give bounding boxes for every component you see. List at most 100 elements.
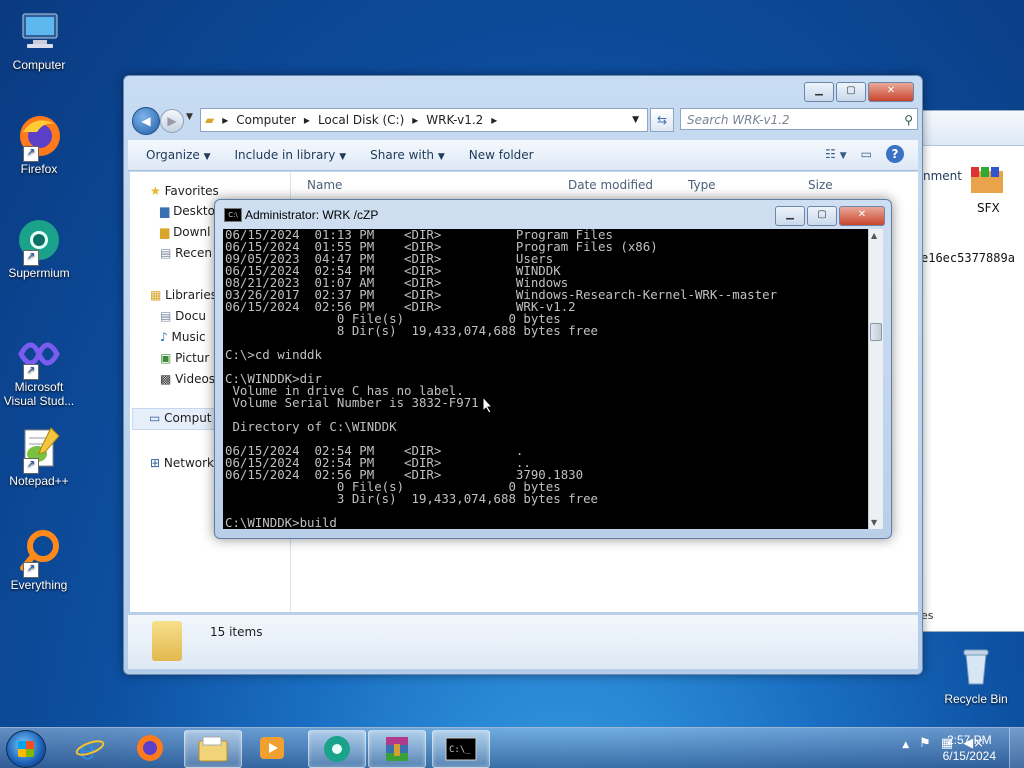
command-bar: Organize ▼ Include in library ▼ Share wi… — [128, 140, 918, 171]
supermium-icon — [324, 736, 350, 762]
chevron-down-icon: ▼ — [437, 152, 445, 162]
organize-button[interactable]: Organize ▼ — [146, 148, 211, 162]
nav-desktop[interactable]: ▆ Deskto — [160, 204, 215, 218]
internet-explorer-icon: e — [75, 733, 105, 763]
firefox-icon — [137, 735, 163, 761]
computer-icon: ▭ — [149, 411, 161, 425]
window-controls: ▁ ▢ ✕ — [775, 206, 885, 226]
desktop-icon-label: Notepad++ — [9, 474, 69, 488]
address-bar[interactable]: ▰ ▸ Computer ▸ Local Disk (C:) ▸ WRK-v1.… — [200, 108, 648, 132]
winrar-icon — [386, 737, 408, 761]
sfx-icon — [967, 165, 1007, 195]
nav-network[interactable]: ⊞ Network — [150, 456, 214, 470]
details-pane: 15 items — [128, 614, 918, 669]
minimize-button[interactable]: ▁ — [804, 82, 834, 102]
taskbar-cmd[interactable]: C:\_ — [432, 730, 490, 768]
nav-videos[interactable]: ▩ Videos — [160, 372, 215, 386]
breadcrumb-separator-icon: ▸ — [303, 113, 310, 127]
breadcrumb-separator-icon: ▸ — [412, 113, 419, 127]
include-in-library-button[interactable]: Include in library ▼ — [235, 148, 347, 162]
computer-icon — [15, 8, 63, 56]
pictures-icon: ▣ — [160, 351, 172, 365]
desktop-icon-supermium[interactable]: ↗ Supermium — [1, 216, 77, 280]
nav-favorites[interactable]: ★ Favorites — [150, 184, 219, 198]
share-with-button[interactable]: Share with ▼ — [370, 148, 445, 162]
breadcrumb-separator-icon: ▸ — [491, 113, 498, 127]
console-output[interactable]: 06/15/2024 01:13 PM <DIR> Program Files … — [223, 229, 869, 529]
new-folder-button[interactable]: New folder — [469, 148, 534, 162]
desktop-icon-label: Firefox — [20, 162, 58, 176]
start-button[interactable] — [6, 730, 46, 768]
scroll-down-icon[interactable]: ▼ — [871, 518, 877, 527]
mouse-cursor-icon — [482, 395, 494, 417]
search-input[interactable]: Search WRK-v1.2 ⚲ — [680, 108, 918, 130]
desktop-icon-label: Computer — [12, 58, 66, 72]
documents-icon: ▤ — [160, 309, 172, 323]
help-icon[interactable]: ? — [886, 145, 904, 163]
cmd-icon: C:\ — [224, 208, 242, 222]
nav-libraries[interactable]: ▦ Libraries — [150, 288, 217, 302]
nav-documents[interactable]: ▤ Docu — [160, 309, 206, 323]
taskbar-media-player[interactable] — [244, 730, 300, 766]
taskbar-explorer[interactable] — [184, 730, 242, 768]
column-header-size[interactable]: Size — [808, 178, 833, 192]
desktop-icon-notepadpp[interactable]: ↗ Notepad++ — [1, 424, 77, 488]
clock-date: 6/15/2024 — [942, 749, 996, 763]
show-desktop-button[interactable] — [1009, 728, 1024, 768]
libraries-icon: ▦ — [150, 288, 162, 302]
taskbar-supermium[interactable] — [308, 730, 366, 768]
desktop-icon-recycle-bin[interactable]: Recycle Bin — [938, 642, 1014, 706]
folder-icon — [152, 621, 182, 661]
preview-pane-icon[interactable]: ▭ — [861, 147, 872, 161]
desktop-icon-visual-studio[interactable]: ↗ Microsoft Visual Stud... — [1, 330, 77, 408]
background-window[interactable]: nment SFX e16ec5377889a es — [918, 110, 1024, 632]
minimize-button[interactable]: ▁ — [775, 206, 805, 226]
column-header-name[interactable]: Name — [307, 178, 342, 192]
folder-icon: ▰ — [205, 113, 215, 127]
star-icon: ★ — [150, 184, 161, 198]
desktop-icon-computer[interactable]: Computer — [1, 8, 77, 72]
address-dropdown-icon[interactable]: ▼ — [632, 115, 639, 125]
desktop-icon-firefox[interactable]: ↗ Firefox — [1, 112, 77, 176]
breadcrumb-wrk[interactable]: WRK-v1.2 — [426, 113, 483, 127]
show-hidden-icons-icon[interactable]: ▲ — [902, 736, 909, 754]
taskbar-winrar[interactable] — [368, 730, 426, 768]
desktop-icon-everything[interactable]: ↗ Everything — [1, 528, 77, 592]
recent-pages-dropdown[interactable]: ▼ — [186, 112, 193, 122]
refresh-button[interactable]: ⇆ — [650, 108, 674, 132]
search-icon[interactable]: ⚲ — [904, 109, 913, 131]
column-header-type[interactable]: Type — [688, 178, 716, 192]
address-row: ◀ ▶ ▼ ▰ ▸ Computer ▸ Local Disk (C:) ▸ W… — [132, 106, 918, 135]
maximize-button[interactable]: ▢ — [836, 82, 866, 102]
action-center-flag-icon[interactable]: ⚑ — [919, 736, 931, 754]
svg-text:C:\_: C:\_ — [449, 745, 471, 755]
taskbar-firefox[interactable] — [122, 730, 178, 766]
close-button[interactable]: ✕ — [839, 206, 885, 226]
nav-pictures[interactable]: ▣ Pictur — [160, 351, 209, 365]
scroll-thumb[interactable] — [870, 323, 882, 341]
svg-text:e: e — [79, 733, 96, 763]
forward-button[interactable]: ▶ — [160, 109, 184, 133]
nav-recent[interactable]: ▤ Recen — [160, 246, 212, 260]
desktop-icon-label: Microsoft Visual Stud... — [3, 380, 75, 408]
window-controls: ▁ ▢ ✕ — [804, 82, 914, 102]
nav-downloads[interactable]: ▆ Downl — [160, 225, 210, 239]
sfx-label: SFX — [977, 201, 1000, 215]
chevron-down-icon: ▼ — [339, 152, 347, 162]
scroll-up-icon[interactable]: ▲ — [871, 231, 877, 240]
taskbar-internet-explorer[interactable]: e — [62, 730, 118, 766]
close-button[interactable]: ✕ — [868, 82, 914, 102]
back-button[interactable]: ◀ — [132, 107, 160, 135]
network-icon: ⊞ — [150, 456, 161, 470]
view-options-icon[interactable]: ☷ ▼ — [825, 147, 847, 161]
nav-music[interactable]: ♪ Music — [160, 330, 206, 344]
console-scrollbar[interactable]: ▲ ▼ — [868, 229, 883, 529]
clock[interactable]: 2:57 PM 6/15/2024 — [943, 732, 996, 764]
column-header-date[interactable]: Date modified — [568, 178, 653, 192]
windows-logo-icon — [18, 741, 34, 757]
console-window[interactable]: C:\ Administrator: WRK /cZP ▁ ▢ ✕ 06/15/… — [214, 199, 892, 539]
breadcrumb-computer[interactable]: Computer — [236, 113, 296, 127]
maximize-button[interactable]: ▢ — [807, 206, 837, 226]
breadcrumb-local-disk[interactable]: Local Disk (C:) — [318, 113, 404, 127]
background-toolbar-text: nment — [923, 169, 962, 183]
